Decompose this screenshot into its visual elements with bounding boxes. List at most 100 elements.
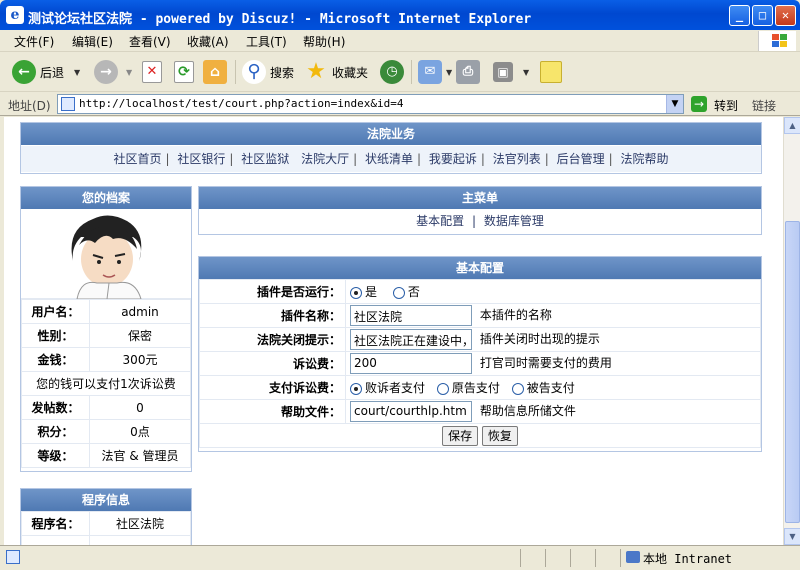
chevron-down-icon[interactable]: ▼ — [523, 68, 529, 77]
payer-plaintiff-radio[interactable] — [436, 382, 449, 395]
program-table: 程序名： 社区法院 — [21, 511, 191, 545]
level-value: 法官 & 管理员 — [89, 443, 191, 468]
table-row: 金钱： 300元 — [21, 347, 191, 372]
refresh-button[interactable]: ⟳ — [174, 59, 194, 85]
table-row: 积分： 0点 — [21, 419, 191, 444]
fee-label: 诉讼费： — [199, 351, 346, 376]
payer-loser-radio[interactable] — [350, 382, 362, 395]
table-row: 发帖数： 0 — [21, 395, 191, 420]
history-button[interactable]: ◷ — [380, 59, 404, 85]
program-info-panel: 程序信息 程序名： 社区法院 — [20, 488, 192, 545]
messenger-button[interactable] — [540, 59, 562, 85]
windows-logo-icon — [758, 31, 796, 51]
posts-value: 0 — [89, 395, 191, 420]
address-url[interactable]: http://localhost/test/court.php?action=i… — [79, 97, 404, 110]
stop-button[interactable]: ✕ — [142, 59, 162, 85]
money-label: 金钱： — [21, 347, 90, 372]
page-viewport: 法院业务 社区首页 | 社区银行 | 社区监狱 法院大厅 | 状纸清单 | 我要起诉 | … — [0, 117, 783, 545]
nav-bank[interactable]: 社区银行 — [177, 152, 225, 166]
table-row: 您的钱可以支付1次诉讼费 — [21, 371, 191, 396]
table-row: 支付诉讼费： 败诉者支付 原告支付 被告支付 — [199, 375, 761, 400]
points-label: 积分： — [21, 419, 90, 444]
chevron-down-icon[interactable]: ▼ — [446, 68, 452, 77]
table-row: 法院关闭提示： 社区法院正在建设中， 插件关闭时出现的提示 — [199, 327, 761, 352]
page-status-icon — [6, 550, 20, 564]
links-button[interactable]: 链接 — [752, 97, 776, 114]
table-row: 诉讼费： 200 打官司时需要支付的费用 — [199, 351, 761, 376]
closed-tip-label: 法院关闭提示： — [199, 327, 346, 352]
go-button[interactable]: 转到 — [714, 97, 738, 114]
nav-cases[interactable]: 状纸清单 — [365, 152, 413, 166]
scroll-down-icon[interactable]: ▼ — [784, 528, 800, 545]
chevron-down-icon[interactable]: ▼ — [126, 68, 132, 77]
plugin-name-hint: 本插件的名称 — [479, 308, 552, 322]
search-button[interactable]: ⚲ 搜索 — [242, 59, 294, 85]
chevron-down-icon[interactable]: ▼ — [666, 95, 683, 113]
table-row: 插件名称： 社区法院 本插件的名称 — [199, 303, 761, 328]
toolbar-divider — [411, 60, 412, 84]
back-button[interactable]: ← 后退 ▼ — [12, 59, 80, 85]
refresh-icon: ⟳ — [174, 61, 194, 83]
help-file-input[interactable]: court/courthlp.htm — [350, 401, 472, 422]
go-arrow-icon[interactable]: → — [691, 96, 707, 112]
toolbar-divider — [235, 60, 236, 84]
main-menu-title: 主菜单 — [199, 187, 761, 209]
username-value: admin — [89, 299, 191, 324]
nav-prison[interactable]: 社区监狱 — [241, 152, 289, 166]
reset-button[interactable]: 恢复 — [481, 425, 518, 446]
mail-button[interactable]: ✉ ▼ — [418, 59, 452, 85]
back-arrow-icon: ← — [12, 60, 36, 84]
menu-help[interactable]: 帮助(H) — [303, 33, 345, 50]
page-icon — [61, 97, 75, 111]
nav-judges[interactable]: 法官列表 — [493, 152, 541, 166]
main-menu-links: 基本配置 | 数据库管理 — [416, 214, 544, 228]
nav-home[interactable]: 社区首页 — [113, 152, 161, 166]
menu-database[interactable]: 数据库管理 — [484, 214, 544, 228]
closed-tip-input[interactable]: 社区法院正在建设中， — [350, 329, 472, 350]
menu-favorites[interactable]: 收藏(A) — [187, 33, 229, 50]
home-button[interactable]: ⌂ — [203, 59, 227, 85]
menu-basic-config[interactable]: 基本配置 — [416, 214, 464, 228]
posts-label: 发帖数： — [21, 395, 90, 420]
chevron-down-icon[interactable]: ▼ — [74, 68, 80, 77]
favorites-button[interactable]: ★ 收藏夹 — [304, 59, 368, 85]
address-input[interactable]: http://localhost/test/court.php?action=i… — [57, 94, 684, 114]
save-button[interactable]: 保存 — [442, 425, 479, 446]
close-button[interactable]: ✕ — [775, 5, 796, 26]
payer-defendant-radio[interactable] — [511, 382, 524, 395]
payer-label: 支付诉讼费： — [199, 375, 346, 400]
forward-button[interactable]: → ▼ — [94, 59, 132, 85]
table-row: 程序名： 社区法院 — [21, 511, 191, 536]
running-no-radio[interactable] — [392, 286, 405, 299]
nav-help[interactable]: 法院帮助 — [621, 152, 669, 166]
profile-panel: 您的档案 用户名： admin 性别： 保密 金钱： 300元 您的钱可以支付1次诉讼… — [20, 186, 192, 472]
maximize-button[interactable]: □ — [752, 5, 773, 26]
profile-table: 用户名： admin 性别： 保密 金钱： 300元 您的钱可以支付1次诉讼费 发帖数… — [21, 299, 191, 468]
menu-edit[interactable]: 编辑(E) — [72, 33, 113, 50]
nav-admin[interactable]: 后台管理 — [557, 152, 605, 166]
scroll-thumb[interactable] — [785, 221, 800, 523]
edit-button[interactable]: ▣ ▼ — [493, 59, 529, 85]
ie-toolbar: ← 后退 ▼ → ▼ ✕ ⟳ ⌂ ⚲ 搜索 ★ 收藏夹 ◷ ✉ ▼ ⎙ ▣ ▼ — [0, 52, 800, 92]
print-button[interactable]: ⎙ — [456, 59, 480, 85]
fee-input[interactable]: 200 — [350, 353, 472, 374]
printer-icon: ⎙ — [456, 60, 480, 84]
mail-icon: ✉ — [418, 60, 442, 84]
nav-hall[interactable]: 法院大厅 — [301, 152, 349, 166]
table-row: 用户名： admin — [21, 299, 191, 324]
scroll-up-icon[interactable]: ▲ — [784, 117, 800, 134]
address-bar: 地址(D) http://localhost/test/court.php?ac… — [0, 92, 800, 116]
running-yes-radio[interactable] — [350, 286, 362, 299]
ie-page-icon: e — [6, 6, 24, 24]
menu-file[interactable]: 文件(F) — [14, 33, 54, 50]
minimize-button[interactable]: _ — [729, 5, 750, 26]
vertical-scrollbar[interactable]: ▲ ▼ — [783, 117, 800, 545]
court-nav: 社区首页 | 社区银行 | 社区监狱 法院大厅 | 状纸清单 | 我要起诉 | 法官列表 |… — [21, 146, 761, 172]
status-bar: 本地 Intranet — [0, 545, 800, 570]
nav-sue[interactable]: 我要起诉 — [429, 152, 477, 166]
menu-view[interactable]: 查看(V) — [129, 33, 171, 50]
menu-tools[interactable]: 工具(T) — [246, 33, 287, 50]
gender-label: 性别： — [21, 323, 90, 348]
main-menu-panel: 主菜单 基本配置 | 数据库管理 — [198, 186, 762, 235]
plugin-name-input[interactable]: 社区法院 — [350, 305, 472, 326]
